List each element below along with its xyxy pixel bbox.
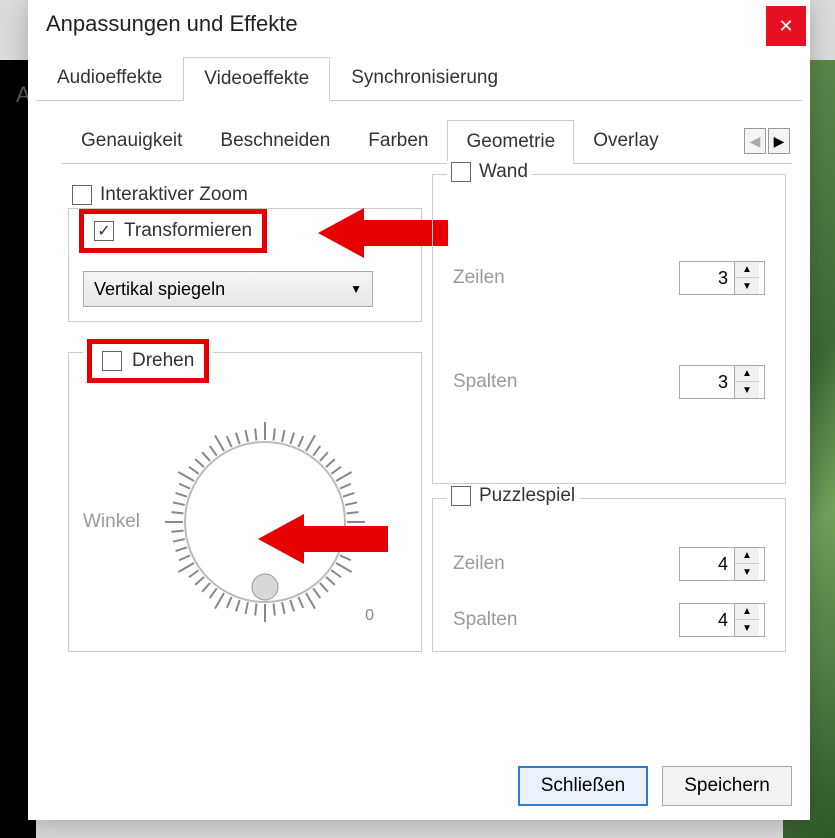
spinner-down-button[interactable]: ▼ xyxy=(735,382,759,398)
wand-checkbox[interactable] xyxy=(451,162,471,182)
geometry-content: Interaktiver Zoom Transformieren Vertika… xyxy=(62,164,792,666)
chevron-down-icon: ▼ xyxy=(350,282,362,296)
wand-group: Wand Zeilen ▲ ▼ Spalten xyxy=(432,174,786,484)
scroll-left-button[interactable]: ◀ xyxy=(744,128,766,154)
interactive-zoom-row: Interaktiver Zoom xyxy=(72,184,422,206)
subtab-geometry[interactable]: Geometrie xyxy=(447,120,574,164)
transform-label: Transformieren xyxy=(124,220,252,242)
close-icon: ✕ xyxy=(778,16,793,37)
subtab-crop[interactable]: Beschneiden xyxy=(201,119,349,163)
puzzle-cols-row: Spalten ▲ ▼ xyxy=(453,603,765,637)
transform-checkbox[interactable] xyxy=(94,221,114,241)
rotate-label: Drehen xyxy=(132,350,194,372)
triangle-left-icon: ◀ xyxy=(750,133,761,150)
puzzle-cols-spinner[interactable]: ▲ ▼ xyxy=(679,603,765,637)
dialog-footer: Schließen Speichern xyxy=(518,766,792,806)
main-tabs: Audioeffekte Videoeffekte Synchronisieru… xyxy=(36,56,802,101)
annotation-arrow-rotate xyxy=(258,510,388,568)
wand-rows-label: Zeilen xyxy=(453,267,505,289)
spinner-down-button[interactable]: ▼ xyxy=(735,564,759,580)
spinner-up-button[interactable]: ▲ xyxy=(735,548,759,564)
interactive-zoom-checkbox[interactable] xyxy=(72,185,92,205)
sub-tabs: Genauigkeit Beschneiden Farben Geometrie… xyxy=(62,119,792,164)
puzzle-label: Puzzlespiel xyxy=(479,485,575,507)
puzzle-cols-label: Spalten xyxy=(453,609,517,631)
transform-select-value: Vertikal spiegeln xyxy=(94,279,225,300)
dial-zero-label: 0 xyxy=(365,607,374,625)
transform-highlight: Transformieren xyxy=(79,209,267,253)
wand-cols-input[interactable] xyxy=(680,371,734,394)
spinner-up-button[interactable]: ▲ xyxy=(735,366,759,382)
save-button[interactable]: Speichern xyxy=(662,766,792,806)
spinner-down-button[interactable]: ▼ xyxy=(735,278,759,294)
wand-label: Wand xyxy=(479,161,528,183)
subtab-scroll: ◀ ▶ xyxy=(744,128,792,154)
subtab-precision[interactable]: Genauigkeit xyxy=(62,119,201,163)
puzzle-rows-row: Zeilen ▲ ▼ xyxy=(453,547,765,581)
spinner-down-button[interactable]: ▼ xyxy=(735,620,759,636)
tab-synchronization[interactable]: Synchronisierung xyxy=(330,56,519,100)
wand-cols-label: Spalten xyxy=(453,371,517,393)
close-window-button[interactable]: ✕ xyxy=(766,6,806,46)
spinner-up-button[interactable]: ▲ xyxy=(735,604,759,620)
dialog-window: Anpassungen und Effekte ✕ Audioeffekte V… xyxy=(28,0,810,820)
left-column: Interaktiver Zoom Transformieren Vertika… xyxy=(68,174,422,666)
subtab-overlay[interactable]: Overlay xyxy=(574,119,677,163)
puzzle-rows-spinner[interactable]: ▲ ▼ xyxy=(679,547,765,581)
dialog-title: Anpassungen und Effekte xyxy=(46,11,298,37)
wand-rows-spinner[interactable]: ▲ ▼ xyxy=(679,261,765,295)
wand-cols-spinner[interactable]: ▲ ▼ xyxy=(679,365,765,399)
video-effects-panel: Genauigkeit Beschneiden Farben Geometrie… xyxy=(62,119,792,666)
puzzle-cols-input[interactable] xyxy=(680,609,734,632)
rotate-checkbox[interactable] xyxy=(102,351,122,371)
spinner-up-button[interactable]: ▲ xyxy=(735,262,759,278)
wand-rows-row: Zeilen ▲ ▼ xyxy=(453,261,765,295)
close-button[interactable]: Schließen xyxy=(518,766,648,806)
puzzle-group: Puzzlespiel Zeilen ▲ ▼ Spalte xyxy=(432,498,786,652)
interactive-zoom-label: Interaktiver Zoom xyxy=(100,184,248,206)
subtab-colors[interactable]: Farben xyxy=(349,119,447,163)
scroll-right-button[interactable]: ▶ xyxy=(768,128,790,154)
puzzle-rows-input[interactable] xyxy=(680,553,734,576)
right-column: Wand Zeilen ▲ ▼ Spalten xyxy=(432,174,786,666)
puzzle-checkbox[interactable] xyxy=(451,486,471,506)
tab-audio-effects[interactable]: Audioeffekte xyxy=(36,56,183,100)
rotate-group: Drehen Winkel 0 xyxy=(68,352,422,652)
puzzle-rows-label: Zeilen xyxy=(453,553,505,575)
transform-select[interactable]: Vertikal spiegeln ▼ xyxy=(83,271,373,307)
angle-label: Winkel xyxy=(83,511,140,533)
triangle-right-icon: ▶ xyxy=(774,133,785,150)
titlebar: Anpassungen und Effekte ✕ xyxy=(28,0,810,48)
tab-video-effects[interactable]: Videoeffekte xyxy=(183,57,330,101)
wand-cols-row: Spalten ▲ ▼ xyxy=(453,365,765,399)
rotate-highlight: Drehen xyxy=(87,339,209,383)
annotation-arrow-transform xyxy=(318,204,448,262)
wand-rows-input[interactable] xyxy=(680,267,734,290)
